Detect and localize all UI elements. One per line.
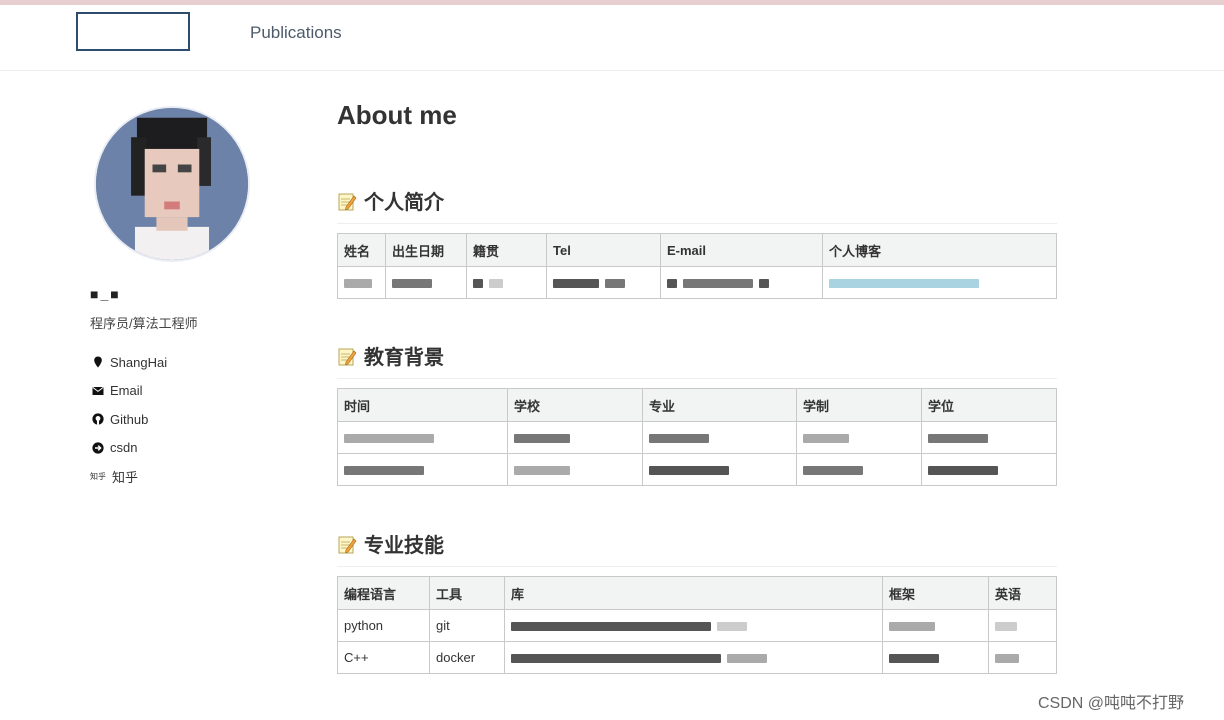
skill-language: python xyxy=(337,609,430,642)
memo-icon xyxy=(338,348,357,365)
column-header: 学位 xyxy=(921,388,1057,422)
skills-table: 编程语言 工具 库 框架 英语 python git C++ docker xyxy=(337,576,1057,674)
skill-tool: docker xyxy=(429,641,505,674)
column-header: 工具 xyxy=(429,576,505,610)
redacted-cell xyxy=(882,641,989,674)
education-table: 时间 学校 专业 学制 学位 xyxy=(337,388,1057,486)
table-header-row: 时间 学校 专业 学制 学位 xyxy=(337,388,1057,422)
redacted-cell xyxy=(504,609,883,642)
author-link-csdn[interactable]: csdn xyxy=(90,434,167,463)
column-header: 个人博客 xyxy=(822,233,1057,267)
author-avatar xyxy=(94,106,250,262)
author-link-label: 知乎 xyxy=(112,469,139,485)
author-name: ■_■ xyxy=(90,286,121,302)
location-pin-icon xyxy=(90,356,106,368)
redacted-cell xyxy=(337,453,508,486)
avatar-image xyxy=(96,108,248,260)
table-header-row: 姓名 出生日期 籍贯 Tel E-mail 个人博客 xyxy=(337,233,1057,267)
table-row: C++ docker xyxy=(337,641,1057,674)
table-row: python git xyxy=(337,609,1057,642)
redacted-blog-link[interactable] xyxy=(822,266,1057,299)
table-row xyxy=(337,421,1057,454)
redacted-cell xyxy=(882,609,989,642)
skill-language: C++ xyxy=(337,641,430,674)
redacted-cell xyxy=(642,421,797,454)
redacted-cell xyxy=(546,266,661,299)
profile-table: 姓名 出生日期 籍贯 Tel E-mail 个人博客 xyxy=(337,233,1057,299)
column-header: 时间 xyxy=(337,388,508,422)
section-heading-text: 个人简介 xyxy=(364,192,444,214)
author-link-label: csdn xyxy=(110,440,138,456)
author-link-label: Github xyxy=(110,411,149,427)
csdn-watermark: CSDN @吨吨不打野 xyxy=(1038,695,1185,712)
column-header: Tel xyxy=(546,233,661,267)
redacted-cell xyxy=(921,453,1057,486)
redacted-cell xyxy=(642,453,797,486)
table-row xyxy=(337,453,1057,486)
section-heading-text: 教育背景 xyxy=(364,347,444,369)
memo-icon xyxy=(338,193,357,210)
author-bio: 程序员/算法工程师 xyxy=(90,316,198,331)
section-heading-profile: 个人简介 xyxy=(337,186,1057,224)
column-header: 库 xyxy=(504,576,883,610)
redacted-cell xyxy=(337,266,386,299)
redacted-cell xyxy=(988,609,1057,642)
author-link-location[interactable]: ShangHai xyxy=(90,348,167,377)
column-header: 编程语言 xyxy=(337,576,430,610)
zhihu-icon: 知乎 xyxy=(90,471,106,481)
arrow-circle-icon xyxy=(90,442,106,454)
envelope-icon xyxy=(90,385,106,397)
section-heading-education: 教育背景 xyxy=(337,341,1057,379)
page-title: About me xyxy=(337,100,457,130)
column-header: 专业 xyxy=(642,388,797,422)
author-link-label: ShangHai xyxy=(110,354,168,370)
author-link-github[interactable]: Github xyxy=(90,405,167,434)
github-icon xyxy=(90,413,106,425)
redacted-cell xyxy=(337,421,508,454)
table-row xyxy=(337,266,1057,299)
column-header: 英语 xyxy=(988,576,1057,610)
redacted-cell xyxy=(504,641,883,674)
masthead: Publications xyxy=(0,5,1224,71)
memo-icon xyxy=(338,536,357,553)
author-links: ShangHai Email Github csdn 知乎 知乎 xyxy=(90,348,167,491)
redacted-cell xyxy=(466,266,547,299)
section-heading-text: 专业技能 xyxy=(364,535,444,557)
column-header: 框架 xyxy=(882,576,989,610)
table-header-row: 编程语言 工具 库 框架 英语 xyxy=(337,576,1057,610)
site-title-box[interactable] xyxy=(76,12,190,51)
column-header: 姓名 xyxy=(337,233,386,267)
author-link-zhihu[interactable]: 知乎 知乎 xyxy=(90,462,167,491)
column-header: 学制 xyxy=(796,388,922,422)
redacted-cell xyxy=(507,421,643,454)
redacted-cell xyxy=(660,266,823,299)
redacted-cell xyxy=(385,266,467,299)
nav-link-publications[interactable]: Publications xyxy=(250,23,342,43)
author-link-email[interactable]: Email xyxy=(90,377,167,406)
skill-tool: git xyxy=(429,609,505,642)
redacted-cell xyxy=(921,421,1057,454)
redacted-cell xyxy=(796,453,922,486)
section-heading-skills: 专业技能 xyxy=(337,529,1057,567)
author-link-label: Email xyxy=(110,383,143,399)
column-header: 籍贯 xyxy=(466,233,547,267)
redacted-cell xyxy=(988,641,1057,674)
redacted-cell xyxy=(507,453,643,486)
column-header: 出生日期 xyxy=(385,233,467,267)
redacted-cell xyxy=(796,421,922,454)
column-header: 学校 xyxy=(507,388,643,422)
column-header: E-mail xyxy=(660,233,823,267)
